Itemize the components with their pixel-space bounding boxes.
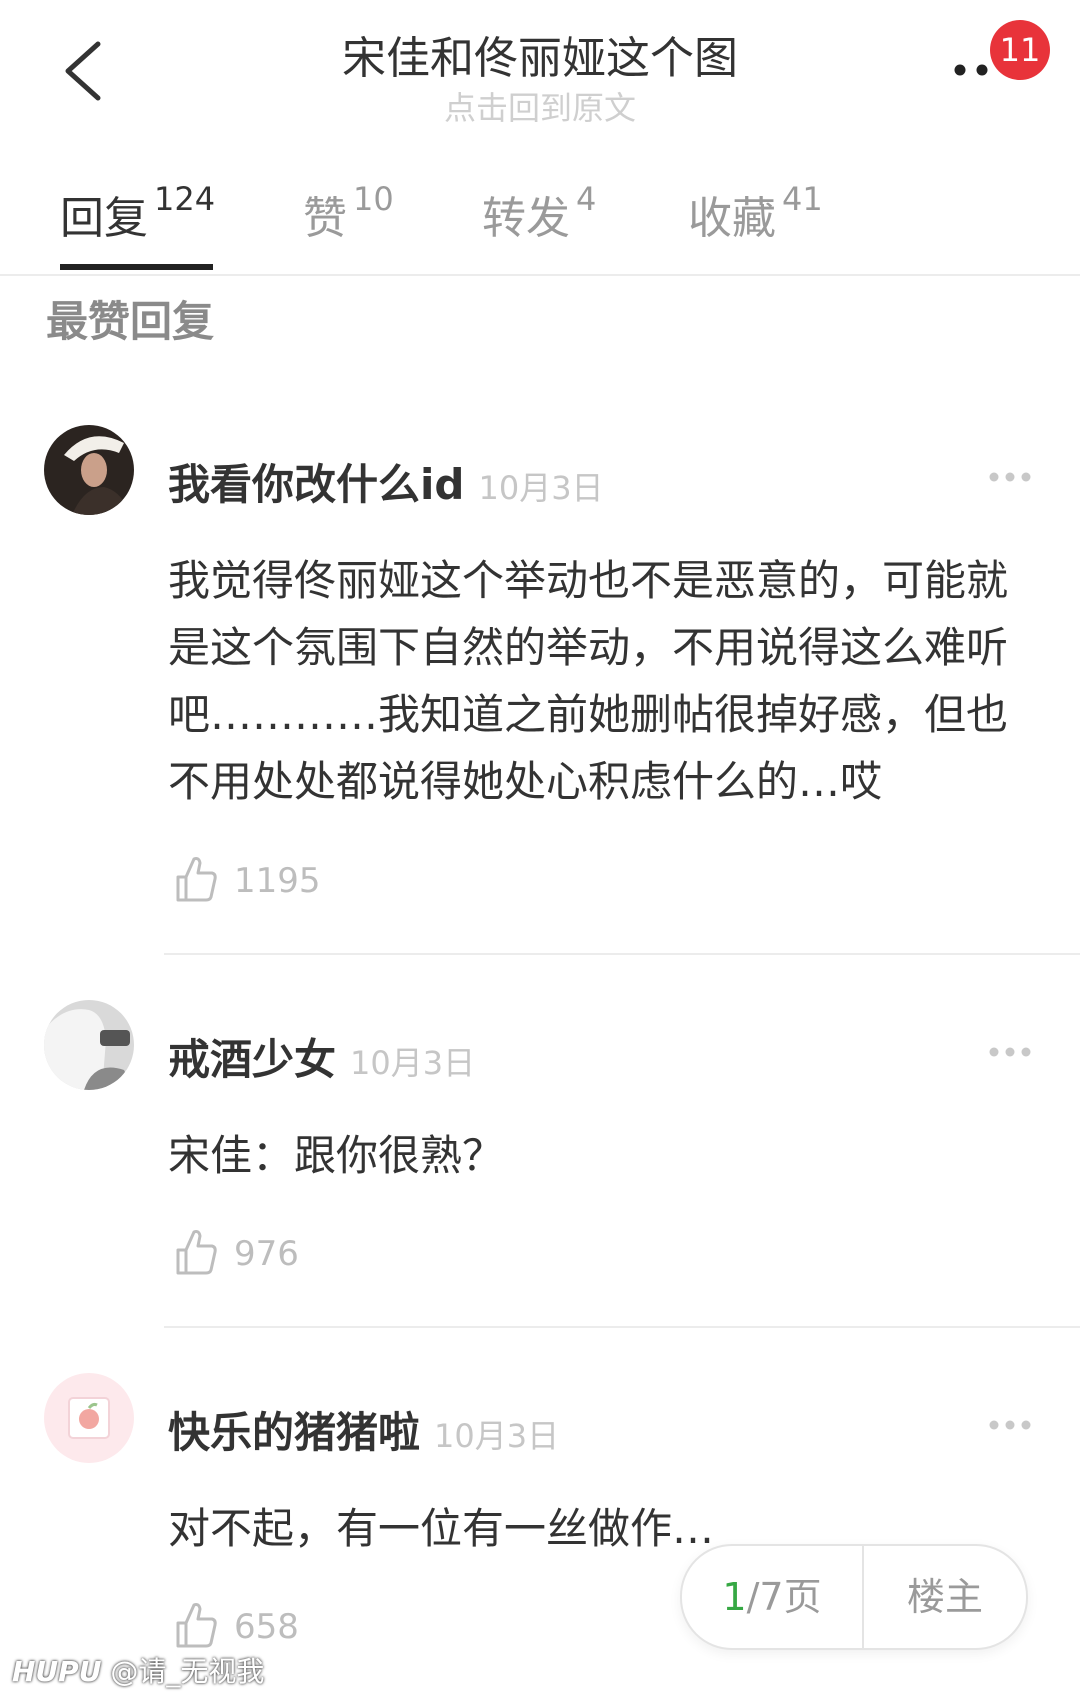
comment-date: 10月3日 xyxy=(350,1044,476,1082)
tab-label: 转发 xyxy=(482,193,570,244)
divider xyxy=(0,274,1080,276)
tab-count: 124 xyxy=(154,180,216,218)
notification-badge[interactable]: 11 xyxy=(990,20,1050,80)
tab-count: 10 xyxy=(353,180,394,218)
watermark-handle: @请_无视我 xyxy=(110,1655,265,1688)
avatar-image xyxy=(44,425,134,515)
username-text: 戒酒少女 xyxy=(168,1035,337,1084)
watermark: HUPU @请_无视我 xyxy=(12,1650,264,1690)
avatar-image xyxy=(44,1373,134,1463)
tab-likes[interactable]: 赞 10 xyxy=(303,180,394,246)
thumbs-up-icon xyxy=(176,1230,217,1275)
section-title: 最赞回复 xyxy=(46,297,215,346)
comment-more-icon[interactable] xyxy=(988,1046,1032,1058)
tab-reposts[interactable]: 转发 4 xyxy=(482,180,597,246)
avatar[interactable] xyxy=(44,1000,134,1090)
comment-date: 10月3日 xyxy=(434,1417,560,1455)
page-title: 宋佳和佟丽娅这个图 xyxy=(342,33,738,84)
page-indicator[interactable]: 1/7页 xyxy=(682,1546,862,1648)
comment-date: 10月3日 xyxy=(478,469,604,507)
avatar[interactable] xyxy=(44,425,134,515)
username-text: 快乐的猪猪啦 xyxy=(168,1408,421,1457)
comment-text: 宋佳：跟你很熟？ xyxy=(168,1131,505,1180)
op-only-button[interactable]: 楼主 xyxy=(864,1546,1026,1648)
divider xyxy=(164,1326,1080,1328)
tab-bar: 回复 124 赞 10 转发 4 收藏 41 xyxy=(0,168,1080,274)
watermark-brand: HUPU xyxy=(12,1655,102,1688)
avatar-image xyxy=(44,1000,134,1090)
thumbs-up-icon xyxy=(176,857,217,902)
tab-label: 回复 xyxy=(60,193,148,244)
username-text: 我看你改什么id xyxy=(168,460,465,509)
tab-label: 收藏 xyxy=(688,193,776,244)
thumbs-up-icon xyxy=(176,1603,217,1648)
active-tab-indicator xyxy=(60,264,213,270)
like-count: 658 xyxy=(234,1607,299,1647)
username[interactable]: 戒酒少女 10月3日 xyxy=(168,1026,475,1087)
comment-more-icon[interactable] xyxy=(988,1419,1032,1431)
divider xyxy=(164,953,1080,955)
like-count: 976 xyxy=(234,1234,299,1274)
tab-count: 4 xyxy=(576,180,597,218)
top-bar: 宋佳和佟丽娅这个图 点击回到原文 11 xyxy=(0,0,1080,150)
avatar[interactable] xyxy=(44,1373,134,1463)
total-pages: /7页 xyxy=(746,1575,822,1619)
current-page: 1 xyxy=(722,1575,747,1619)
username[interactable]: 我看你改什么id 10月3日 xyxy=(168,451,604,512)
tab-count: 41 xyxy=(782,180,823,218)
tab-favorites[interactable]: 收藏 41 xyxy=(688,180,823,246)
comment-text: 我觉得佟丽娅这个举动也不是恶意的，可能就是这个氛围下自然的举动，不用说得这么难听… xyxy=(168,556,1009,806)
username[interactable]: 快乐的猪猪啦 10月3日 xyxy=(168,1399,559,1460)
tab-label: 赞 xyxy=(303,193,347,244)
back-to-original-link[interactable]: 点击回到原文 xyxy=(0,83,1080,129)
tab-replies[interactable]: 回复 124 xyxy=(60,180,216,246)
floating-pager: 1/7页 楼主 xyxy=(680,1544,1028,1650)
comment-more-icon[interactable] xyxy=(988,471,1032,483)
like-count: 1195 xyxy=(234,861,321,901)
